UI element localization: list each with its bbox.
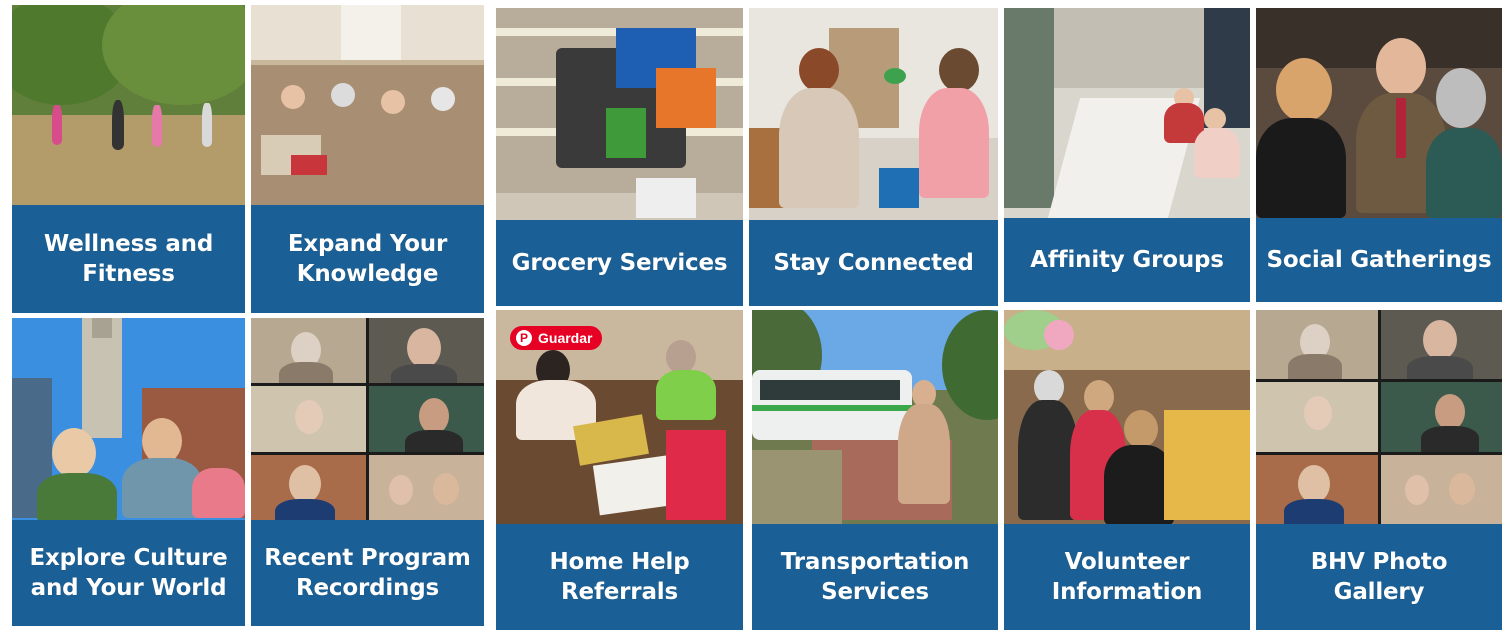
volunteer-photo (1004, 310, 1250, 524)
tile-caption: Expand Your Knowledge (251, 205, 484, 313)
tile-caption: BHV Photo Gallery (1256, 524, 1502, 630)
tile-caption: Explore Culture and Your World (12, 520, 245, 626)
wellness-photo (12, 5, 245, 205)
pinterest-icon: P (516, 330, 532, 346)
tile-expand-knowledge[interactable]: Expand Your Knowledge (251, 5, 484, 313)
tile-home-help[interactable]: P Guardar Home Help Referrals (496, 310, 743, 630)
gallery-photo (1256, 310, 1502, 524)
tile-photo-gallery[interactable]: BHV Photo Gallery (1256, 310, 1502, 630)
tile-caption: Grocery Services (496, 220, 743, 306)
recordings-photo (251, 318, 484, 520)
transportation-photo (752, 310, 998, 524)
pinterest-save-button[interactable]: P Guardar (510, 326, 603, 350)
culture-photo (12, 318, 245, 520)
grocery-photo (496, 8, 743, 220)
pinterest-save-label: Guardar (538, 330, 593, 346)
affinity-photo (1004, 8, 1250, 218)
tile-stay-connected[interactable]: Stay Connected (749, 8, 998, 306)
tile-volunteer[interactable]: Volunteer Information (1004, 310, 1250, 630)
tile-caption: Home Help Referrals (496, 524, 743, 630)
social-photo (1256, 8, 1502, 218)
home-help-photo: P Guardar (496, 310, 743, 524)
tile-affinity-groups[interactable]: Affinity Groups (1004, 8, 1250, 302)
tile-caption: Volunteer Information (1004, 524, 1250, 630)
tile-recent-recordings[interactable]: Recent Program Recordings (251, 318, 484, 626)
tile-transportation[interactable]: Transportation Services (752, 310, 998, 630)
tile-caption: Wellness and Fitness (12, 205, 245, 313)
tile-grocery-services[interactable]: Grocery Services (496, 8, 743, 306)
stay-connected-photo (749, 8, 998, 220)
tile-caption: Transportation Services (752, 524, 998, 630)
tile-caption: Social Gatherings (1256, 218, 1502, 302)
tile-caption: Stay Connected (749, 220, 998, 306)
tile-explore-culture[interactable]: Explore Culture and Your World (12, 318, 245, 626)
tile-social-gatherings[interactable]: Social Gatherings (1256, 8, 1502, 302)
tile-wellness-fitness[interactable]: Wellness and Fitness (12, 5, 245, 313)
knowledge-photo (251, 5, 484, 205)
tile-caption: Affinity Groups (1004, 218, 1250, 302)
tile-caption: Recent Program Recordings (251, 520, 484, 626)
